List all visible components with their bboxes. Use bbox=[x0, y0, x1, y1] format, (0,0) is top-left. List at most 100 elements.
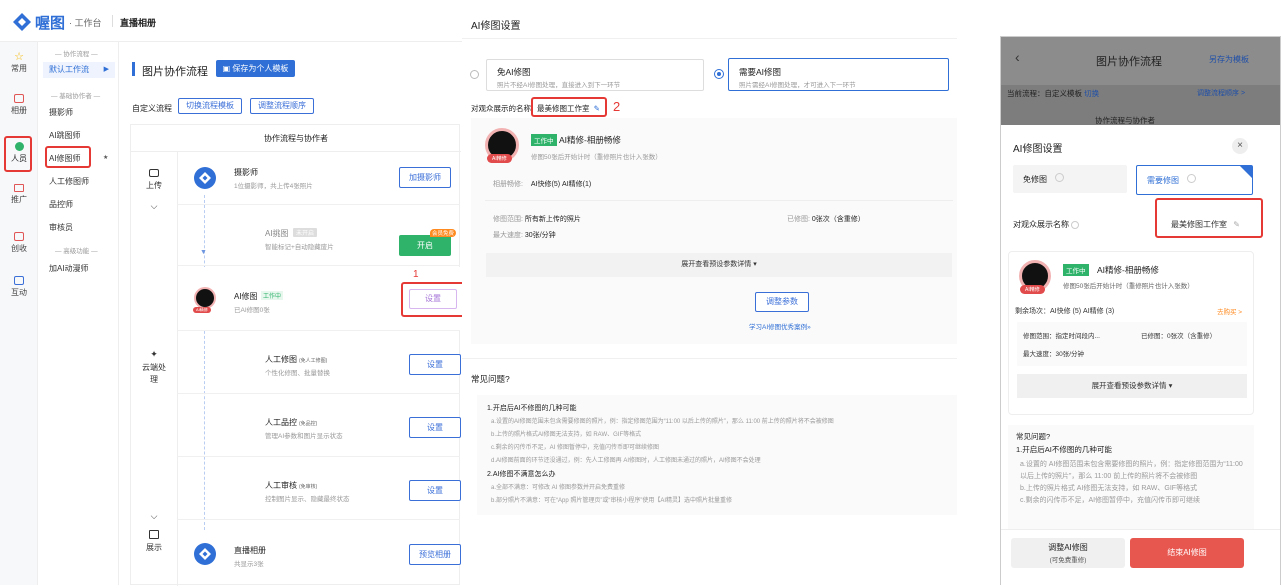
faq-line: c.剩余的闪传币不足，AI修图暂停中，充值闪传币即可继续 bbox=[1020, 497, 1201, 504]
mobile-option-no-retouch[interactable]: 免修图 bbox=[1013, 165, 1127, 193]
mobile-stats: 修图范围：指定时间段内... 已修图：0张次（含重修） 最大速度：30张/分钟 bbox=[1017, 322, 1247, 366]
rail-label: 创收 bbox=[11, 244, 27, 253]
nav-item-qc[interactable]: 品控师 bbox=[49, 199, 73, 210]
row-name: 人工修图 bbox=[265, 355, 297, 364]
camera-icon bbox=[149, 169, 159, 177]
manual-retouch-settings-button[interactable]: 设置 bbox=[409, 354, 461, 375]
expand-presets[interactable]: 展开查看预设参数详情 ▾ bbox=[1017, 374, 1247, 398]
ai-settings-panel: AI修图设置 免AI修图 照片不经AI修图处理，直接进入到下一环节 需要AI修图… bbox=[462, 0, 972, 585]
radio-unchecked[interactable] bbox=[470, 70, 479, 79]
end-ai-retouch-button[interactable]: 结束AI修图 bbox=[1130, 538, 1244, 568]
play-icon: ▶ bbox=[103, 66, 109, 73]
faq-line: a.设置的AI修图范围未包含需要修图的照片，例：指定修图范围为“11:00 以后… bbox=[491, 419, 834, 425]
mobile-footer: 调整AI修图 (可免费重修) 结束AI修图 bbox=[1001, 529, 1280, 586]
row-desc: 管理AI参数和图片显示状态 bbox=[265, 433, 343, 440]
current-flow-label: 当前流程： bbox=[1007, 89, 1045, 98]
star-icon: ☆ bbox=[14, 51, 24, 63]
rail-item-interaction[interactable]: 互动 bbox=[0, 276, 38, 306]
mobile-option-need-retouch[interactable]: 需要修图 bbox=[1136, 165, 1253, 195]
edit-icon[interactable]: ✎ bbox=[594, 104, 600, 113]
group-title: — 协作流程 — bbox=[55, 51, 98, 58]
rail-item-album[interactable]: 相册 bbox=[0, 94, 38, 124]
back-icon[interactable]: ‹ bbox=[1015, 49, 1020, 65]
enable-ai-pick-button[interactable]: 开启 bbox=[399, 235, 451, 256]
interaction-icon bbox=[14, 276, 24, 285]
done-value: 0张次（含重修） bbox=[811, 216, 865, 223]
speed-value: 30张/分钟 bbox=[524, 232, 556, 239]
close-icon[interactable]: × bbox=[1232, 138, 1248, 154]
review-settings-button[interactable]: 设置 bbox=[409, 480, 461, 501]
row-name: AI挑图 bbox=[265, 229, 289, 238]
nav-item-manual-retouch[interactable]: 人工修图师 bbox=[49, 176, 89, 187]
radio-checked[interactable] bbox=[714, 69, 724, 79]
row-desc: 已AI修图0张 bbox=[234, 307, 270, 314]
expand-presets[interactable]: 展开查看预设参数详情 ▾ bbox=[486, 253, 952, 277]
chevron-down-icon[interactable]: ⌵ bbox=[131, 201, 177, 212]
logo[interactable]: 喔图 · 工作台 bbox=[12, 12, 102, 32]
add-photographer-button[interactable]: 加摄影师 bbox=[399, 167, 451, 188]
scope-label: 修图范围: bbox=[493, 216, 523, 223]
save-template-button[interactable]: ▣ 保存为个人模板 bbox=[216, 60, 295, 77]
step-marker: 1 bbox=[413, 269, 419, 280]
album-icon bbox=[14, 94, 24, 103]
status-badge: 未开启 bbox=[293, 228, 318, 237]
promote-icon bbox=[14, 184, 24, 192]
help-icon[interactable] bbox=[1055, 173, 1064, 182]
display-name-field[interactable]: 最美修图工作室 ✎ bbox=[537, 103, 600, 114]
ai-retouch-settings-button[interactable]: 设置 bbox=[409, 289, 457, 309]
mobile-dim: 当前流程：自定义模板 切换 调整流程顺序 > 协作流程与协作者 bbox=[1001, 85, 1280, 125]
logo-text: 喔图 bbox=[35, 14, 66, 32]
nav-item-photographer[interactable]: 摄影师 bbox=[49, 107, 73, 118]
selected-corner-icon bbox=[1240, 166, 1252, 178]
top-header: 喔图 · 工作台 直播相册 bbox=[0, 0, 462, 42]
status-badge: 工作中 bbox=[1063, 264, 1089, 276]
faq-line: d.AI修图前面的环节还没通过，例：先人工修图再 AI修图时，人工修图未通过的照… bbox=[491, 458, 761, 464]
option-need-ai[interactable]: 需要AI修图 照片需经AI修图处理，才可进入下一环节 bbox=[714, 58, 949, 91]
adjust-params-button[interactable]: 调整参数 bbox=[755, 292, 809, 312]
card-title: AI精修-相册畅修 bbox=[1097, 265, 1159, 275]
nav-item-anime[interactable]: 加AI动漫师 bbox=[49, 263, 89, 274]
chevron-down-icon[interactable]: ⌵ bbox=[131, 511, 177, 522]
display-name-label: 对观众展示名称 bbox=[1013, 220, 1069, 229]
nav-item-ai-pick[interactable]: AI跳图师 bbox=[49, 130, 81, 141]
flow-title: 图片协作流程 bbox=[142, 66, 208, 78]
switch-template-button[interactable]: 切换流程模板 bbox=[178, 98, 242, 114]
faq-heading: 2.AI修图不满意怎么办 bbox=[487, 471, 556, 478]
display-name-field[interactable]: 最美修图工作室 ✎ bbox=[1171, 219, 1240, 230]
custom-flow-label: 自定义流程 bbox=[132, 104, 172, 113]
nav-item-reviewer[interactable]: 审核员 bbox=[49, 222, 73, 233]
row-name: AI修图 bbox=[234, 292, 258, 301]
stage-show: ⌵ 展示 bbox=[131, 511, 177, 553]
option-no-ai[interactable]: 免AI修图 照片不经AI修图处理，直接进入到下一环节 bbox=[470, 59, 704, 91]
sheet-title: AI修图设置 bbox=[1013, 144, 1063, 155]
rail-item-promote[interactable]: 推广 bbox=[0, 184, 38, 214]
flow-row-live-album: 直播相册 共显示3张 预览相册 bbox=[178, 521, 461, 585]
table-header: 协作流程与协作者 bbox=[264, 134, 328, 143]
row-desc: 智能标记+自动隐藏废片 bbox=[265, 244, 334, 251]
rail-item-revenue[interactable]: 创收 bbox=[0, 232, 38, 262]
adjust-ai-retouch-button[interactable]: 调整AI修图 (可免费重修) bbox=[1011, 538, 1125, 568]
expand-label: 展开查看预设参数详情 bbox=[681, 261, 752, 268]
qc-settings-button[interactable]: 设置 bbox=[409, 417, 461, 438]
faq-heading: 1.开启后AI不修图的几种可能 bbox=[487, 405, 577, 412]
help-icon[interactable] bbox=[1071, 220, 1080, 229]
image-icon bbox=[149, 530, 159, 539]
nav-default-flow[interactable]: 默认工作流 ▶ bbox=[43, 62, 115, 78]
group-title: — 基础协作者 — bbox=[51, 93, 101, 100]
edit-icon[interactable]: ✎ bbox=[1233, 220, 1240, 229]
display-name-value: 最美修图工作室 bbox=[537, 104, 590, 113]
photographer-logo-icon bbox=[194, 167, 216, 189]
adjust-order-button[interactable]: 调整流程顺序 bbox=[250, 98, 314, 114]
rail-item-common[interactable]: ☆ 常用 bbox=[0, 50, 38, 80]
learn-cases-link[interactable]: 学习AI修图优秀案例» bbox=[749, 321, 811, 331]
save-as-template-link[interactable]: 另存为模板 bbox=[1209, 54, 1249, 65]
status-badge: 工作中 bbox=[261, 291, 284, 300]
adjust-order-link[interactable]: 调整流程顺序 > bbox=[1197, 88, 1245, 98]
row-tag: (免审核) bbox=[299, 484, 318, 490]
switch-link[interactable]: 切换 bbox=[1084, 89, 1099, 98]
help-icon[interactable] bbox=[1187, 174, 1196, 183]
caret-down-icon: ▾ bbox=[1168, 381, 1173, 390]
preview-album-button[interactable]: 预览相册 bbox=[409, 544, 461, 565]
mobile-title: 图片协作流程 bbox=[1096, 56, 1162, 68]
buy-link[interactable]: 去购买 > bbox=[1217, 306, 1242, 316]
